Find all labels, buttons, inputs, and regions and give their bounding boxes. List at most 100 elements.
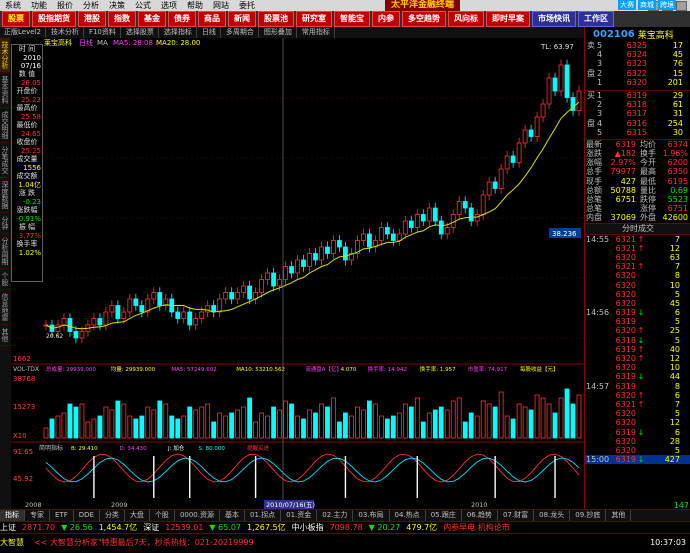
- candle-body: [187, 311, 193, 326]
- info-value: 1.04亿: [18, 181, 41, 189]
- toolbar-button-10[interactable]: 智能宝: [334, 11, 370, 27]
- menu-trade[interactable]: 委托: [234, 0, 260, 11]
- side-tab-0[interactable]: 技术分析: [0, 38, 10, 73]
- menu-help[interactable]: 帮助: [182, 0, 208, 11]
- info-value-2: 07/16: [20, 62, 41, 70]
- trade-price: 6320: [615, 409, 636, 419]
- side-tab-4[interactable]: 深度数据: [0, 178, 10, 213]
- toolbar-button-1[interactable]: 股指期货: [32, 11, 76, 27]
- sell-label: 卖: [587, 41, 595, 50]
- trade-price: 6320: [615, 326, 636, 336]
- badge-mall[interactable]: 商城: [638, 0, 656, 10]
- chart-tab-1[interactable]: 技术分析: [47, 27, 84, 38]
- side-tab-1[interactable]: 基本资料: [0, 73, 10, 108]
- toolbar-button-3[interactable]: 指数: [108, 11, 136, 27]
- macd-value: B: 29.410: [71, 446, 98, 452]
- volume-axis-unit: X10: [13, 432, 27, 440]
- menu-system[interactable]: 系统: [0, 0, 26, 11]
- chart-tab-5[interactable]: 日线: [198, 27, 221, 38]
- menu-analysis[interactable]: 分析: [78, 0, 104, 11]
- chart-tab-4[interactable]: 选择指标: [160, 27, 197, 38]
- volume-bar: [259, 412, 264, 439]
- toolbar-button-13[interactable]: 风向标: [448, 11, 484, 27]
- toolbar-button-12[interactable]: 多空趋势: [402, 11, 446, 27]
- sell-volume: 76: [672, 59, 683, 69]
- trade-direction: [636, 290, 646, 299]
- side-tab-5[interactable]: 分钟: [0, 213, 10, 234]
- side-tab-2[interactable]: 成交明细: [0, 108, 10, 143]
- candle-body: [193, 318, 199, 326]
- trade-time: [585, 391, 610, 400]
- trade-row: 6320 5: [585, 290, 690, 299]
- chart-tab-0[interactable]: 正版Level2: [0, 27, 46, 38]
- toolbar-button-7[interactable]: 新闻: [228, 11, 256, 27]
- volume-stat: 总成量: 29939.000: [46, 365, 96, 373]
- toolbar-button-9[interactable]: 研究室: [296, 11, 332, 27]
- volume-bar: [384, 418, 390, 439]
- volume-bar: [420, 421, 426, 439]
- candle-body: [67, 318, 73, 332]
- chart-tab-2[interactable]: F10资料: [85, 27, 121, 38]
- kline-chart[interactable]: 莱宝高科 日线 MA MA5: 28.08 MA20: 28.00 TL: 63…: [11, 38, 584, 509]
- stat-value-2: 6195: [667, 176, 688, 186]
- trade-row: 6320 12: [585, 418, 690, 427]
- trade-list-header[interactable]: 分时成交: [585, 222, 690, 235]
- trade-time: [585, 372, 610, 381]
- toolbar-button-11[interactable]: 内参: [372, 11, 400, 27]
- side-tab-8[interactable]: 信息地雷: [0, 290, 10, 325]
- candle-body: [522, 129, 528, 144]
- menu-function[interactable]: 功能: [26, 0, 52, 11]
- side-tab-3[interactable]: 分笔成交: [0, 143, 10, 178]
- toolbar-button-4[interactable]: 基金: [138, 11, 166, 27]
- trade-price: 6320: [615, 298, 636, 308]
- sell-level: 5: [597, 41, 603, 50]
- toolbar-button-5[interactable]: 债券: [168, 11, 196, 27]
- candle-body: [402, 220, 408, 235]
- trade-price: 6320: [615, 390, 636, 400]
- chart-tab-7[interactable]: 图形叠加: [260, 27, 297, 38]
- stat-key-2: 最低: [640, 176, 656, 186]
- volume-bar: [534, 394, 540, 439]
- badge-crossborder[interactable]: 跨境: [658, 0, 676, 10]
- volume-bar: [528, 409, 534, 439]
- ticker-item[interactable]: << 大智慧分析家"特惠最后7天，秒杀热线：021-20219999: [34, 534, 254, 553]
- menu-website[interactable]: 网站: [208, 0, 234, 11]
- menu-decision[interactable]: 决策: [104, 0, 130, 11]
- trade-time: 14:56: [586, 308, 610, 318]
- volume-bar: [277, 409, 282, 439]
- volume-bar: [558, 397, 564, 439]
- side-tab-6[interactable]: 分析周期: [0, 234, 10, 269]
- candle-body: [420, 214, 426, 222]
- side-tab-9[interactable]: 其他: [0, 325, 10, 346]
- toolbar-button-14[interactable]: 即时早案: [486, 11, 530, 27]
- candle-body: [528, 129, 534, 137]
- toolbar-button-16[interactable]: 工作区: [578, 11, 614, 27]
- trade-row: 6319 ↑ 40: [585, 345, 690, 354]
- chart-tab-3[interactable]: 选择股票: [122, 27, 159, 38]
- candle-body: [73, 331, 79, 339]
- chart-tab-8[interactable]: 常用指标: [298, 27, 335, 38]
- volume-bar: [456, 397, 462, 439]
- toolbar-button-6[interactable]: 商品: [198, 11, 226, 27]
- menu-options[interactable]: 选项: [156, 0, 182, 11]
- chart-tab-6[interactable]: 多周期合: [222, 27, 259, 38]
- macd-axis-mid: 45.92: [13, 475, 33, 483]
- trade-row: 6321 ↑ 12: [585, 244, 690, 253]
- trade-price: 6320: [615, 418, 636, 428]
- toolbar-button-2[interactable]: 港股: [78, 11, 106, 27]
- toolbar-button-0[interactable]: 股票: [2, 11, 30, 27]
- quote-header: 002106 莱宝高科: [585, 27, 690, 41]
- trade-row: 6319 ↓ 6: [585, 428, 690, 437]
- toolbar-button-15[interactable]: 市场快讯: [532, 11, 576, 27]
- side-tab-7[interactable]: 个股: [0, 269, 10, 290]
- stat-row: 总额 50788 量比 0.69: [585, 186, 690, 195]
- volume-bar: [450, 400, 456, 439]
- menu-formula[interactable]: 公式: [130, 0, 156, 11]
- buy-price: 6316: [626, 118, 647, 128]
- badge-contest[interactable]: 大赛: [618, 0, 636, 10]
- menu-quote[interactable]: 报价: [52, 0, 78, 11]
- close-icon[interactable]: [676, 0, 687, 11]
- trade-direction: ↑: [637, 262, 645, 272]
- chart-indicator: MA: [97, 39, 108, 47]
- toolbar-button-8[interactable]: 股票池: [258, 11, 294, 27]
